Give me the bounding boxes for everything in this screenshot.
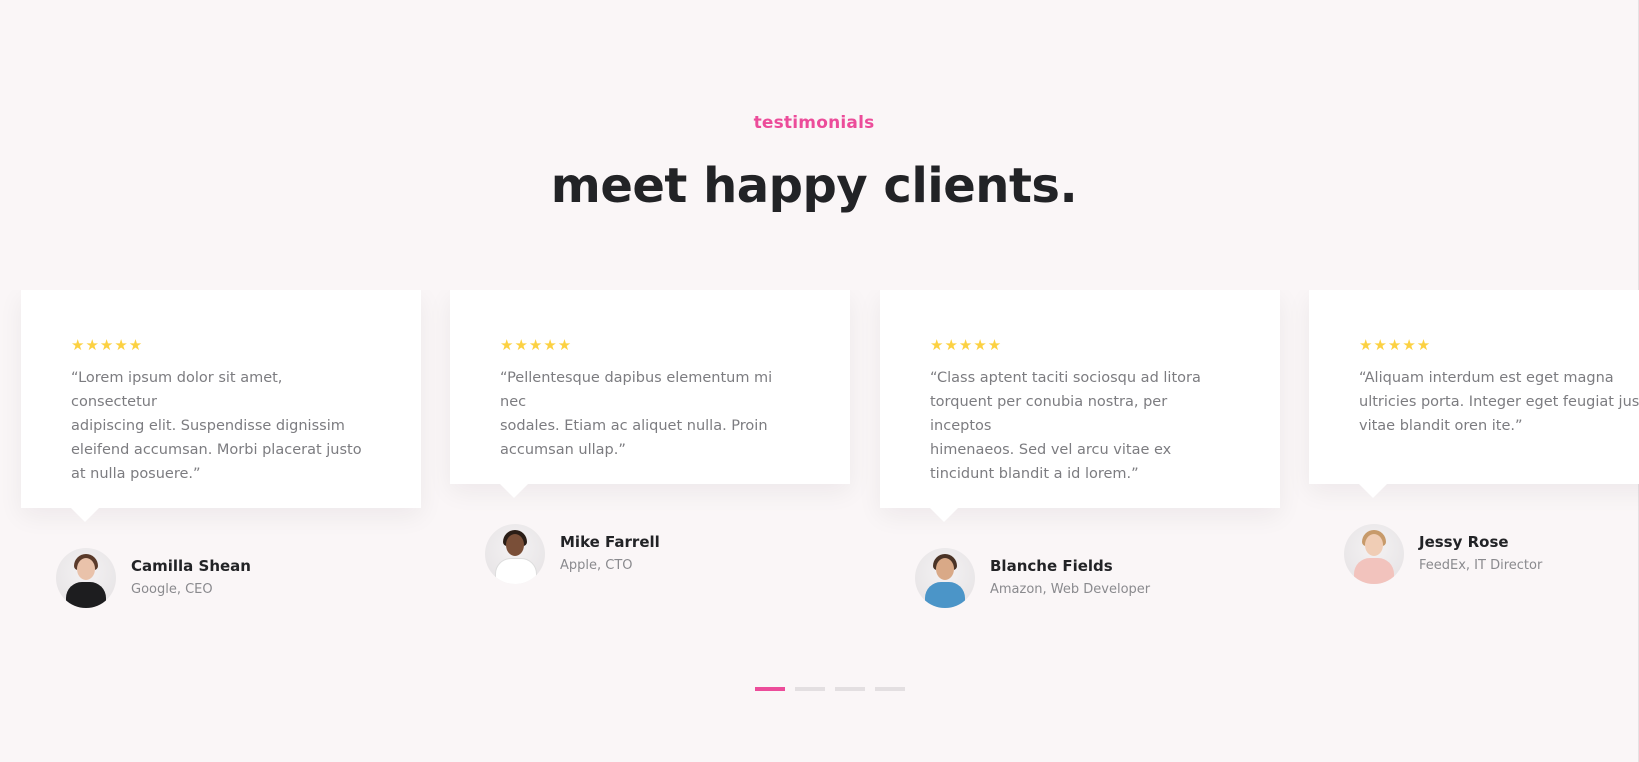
pagination-dot-4[interactable] bbox=[875, 687, 905, 691]
avatar-icon bbox=[56, 548, 116, 608]
pagination-dot-1[interactable] bbox=[755, 687, 785, 691]
rating-stars-icon: ★★★★★ bbox=[500, 336, 573, 354]
testimonial-card: ★★★★★ “Pellentesque dapibus elementum mi… bbox=[450, 290, 850, 498]
rating-stars-icon: ★★★★★ bbox=[1359, 336, 1432, 354]
author-name: Blanche Fields bbox=[990, 557, 1113, 575]
rating-stars-icon: ★★★★★ bbox=[71, 336, 144, 354]
testimonial-quote: “Aliquam interdum est eget magna ultrici… bbox=[1359, 370, 1639, 434]
testimonial-card: ★★★★★ “Aliquam interdum est eget magna u… bbox=[1309, 290, 1639, 498]
testimonial-slide: ★★★★★ “Lorem ipsum dolor sit amet, conse… bbox=[21, 290, 421, 608]
avatar-icon bbox=[915, 548, 975, 608]
avatar-icon bbox=[485, 524, 545, 584]
testimonial-carousel[interactable]: ★★★★★ “Lorem ipsum dolor sit amet, conse… bbox=[0, 290, 1639, 620]
rating-stars-icon: ★★★★★ bbox=[930, 336, 1003, 354]
author-role: FeedEx, IT Director bbox=[1419, 558, 1543, 573]
author-name: Jessy Rose bbox=[1419, 533, 1509, 551]
avatar-icon bbox=[1344, 524, 1404, 584]
testimonial-slide: ★★★★★ “Pellentesque dapibus elementum mi… bbox=[450, 290, 850, 584]
author-name: Mike Farrell bbox=[560, 533, 660, 551]
testimonial-author: Blanche Fields Amazon, Web Developer bbox=[915, 548, 1150, 608]
section-headline: meet happy clients. bbox=[550, 158, 1078, 214]
testimonial-card: ★★★★★ “Class aptent taciti sociosqu ad l… bbox=[880, 290, 1280, 522]
section-eyebrow: testimonials bbox=[753, 113, 875, 133]
testimonial-author: Mike Farrell Apple, CTO bbox=[485, 524, 660, 584]
author-name: Camilla Shean bbox=[131, 557, 251, 575]
card-pointer bbox=[1359, 484, 1387, 498]
testimonial-slide: ★★★★★ “Class aptent taciti sociosqu ad l… bbox=[880, 290, 1280, 608]
testimonial-slide: ★★★★★ “Aliquam interdum est eget magna u… bbox=[1309, 290, 1639, 584]
testimonial-quote: “Lorem ipsum dolor sit amet, consectetur… bbox=[71, 370, 362, 482]
pagination-dot-3[interactable] bbox=[835, 687, 865, 691]
author-role: Amazon, Web Developer bbox=[990, 582, 1151, 597]
pagination-dot-2[interactable] bbox=[795, 687, 825, 691]
card-pointer bbox=[71, 508, 99, 522]
testimonial-quote: “Pellentesque dapibus elementum mi nec s… bbox=[500, 370, 773, 458]
testimonial-author: Jessy Rose FeedEx, IT Director bbox=[1344, 524, 1542, 584]
testimonial-card: ★★★★★ “Lorem ipsum dolor sit amet, conse… bbox=[21, 290, 421, 522]
testimonial-author: Camilla Shean Google, CEO bbox=[56, 548, 251, 608]
author-role: Apple, CTO bbox=[560, 558, 633, 573]
testimonial-quote: “Class aptent taciti sociosqu ad litora … bbox=[930, 370, 1201, 482]
card-pointer bbox=[930, 508, 958, 522]
author-role: Google, CEO bbox=[131, 582, 213, 597]
carousel-pagination bbox=[755, 687, 905, 691]
card-pointer bbox=[500, 484, 528, 498]
